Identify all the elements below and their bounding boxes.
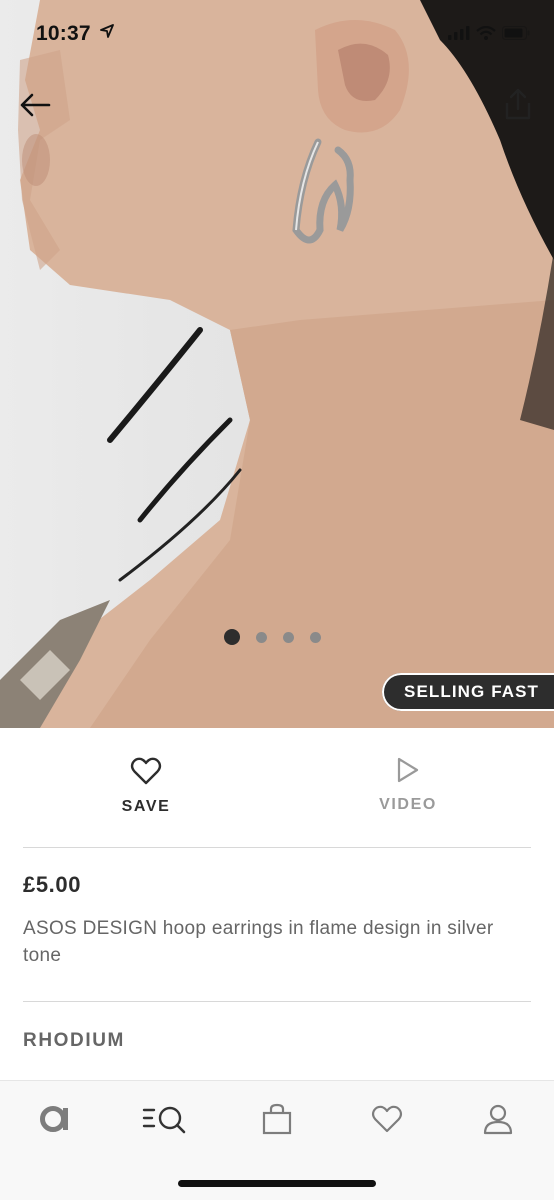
gallery-pagination — [224, 629, 321, 645]
tab-bag[interactable] — [252, 1097, 302, 1141]
wifi-icon — [476, 26, 496, 40]
product-title: ASOS DESIGN hoop earrings in flame desig… — [23, 918, 494, 966]
bag-icon — [262, 1103, 292, 1135]
divider — [23, 1001, 531, 1002]
back-button[interactable] — [16, 86, 54, 124]
play-icon — [397, 757, 419, 783]
save-button[interactable]: SAVE — [76, 756, 216, 816]
video-label: VIDEO — [379, 796, 437, 813]
divider — [23, 847, 531, 848]
gallery-dot-3[interactable] — [283, 631, 294, 643]
heart-icon — [371, 1105, 403, 1133]
save-label: SAVE — [121, 798, 171, 815]
profile-icon — [483, 1104, 513, 1135]
status-time: 10:37 — [36, 22, 91, 45]
tab-profile[interactable] — [473, 1097, 523, 1141]
share-icon — [505, 88, 531, 120]
product-photo — [0, 0, 554, 728]
search-icon — [142, 1106, 186, 1134]
status-indicators — [448, 26, 530, 40]
product-price: £5.00 — [23, 872, 82, 897]
gallery-dot-2[interactable] — [256, 631, 267, 643]
asos-home-icon — [40, 1106, 68, 1132]
video-button[interactable]: VIDEO — [338, 756, 478, 814]
cellular-signal-icon — [448, 26, 470, 40]
heart-icon — [130, 757, 162, 785]
gallery-dot-1[interactable] — [224, 629, 240, 645]
tab-search[interactable] — [140, 1097, 190, 1141]
location-arrow-icon — [100, 24, 114, 38]
product-colour: RHODIUM — [23, 1030, 125, 1051]
tab-saved[interactable] — [362, 1097, 412, 1141]
product-image-gallery[interactable]: 10:37 SELLING FAST — [0, 0, 554, 728]
home-indicator — [178, 1180, 376, 1187]
battery-icon — [502, 26, 530, 40]
share-button[interactable] — [500, 84, 536, 124]
product-page: 10:37 SELLING FAST SAVE VIDEO £5.00 ASOS… — [0, 0, 554, 1200]
back-arrow-icon — [20, 93, 51, 117]
status-bar: 10:37 — [0, 0, 554, 64]
selling-fast-badge: SELLING FAST — [382, 673, 554, 711]
product-actions: SAVE VIDEO — [0, 728, 554, 848]
gallery-dot-4[interactable] — [310, 631, 321, 643]
tab-home[interactable] — [30, 1097, 80, 1141]
